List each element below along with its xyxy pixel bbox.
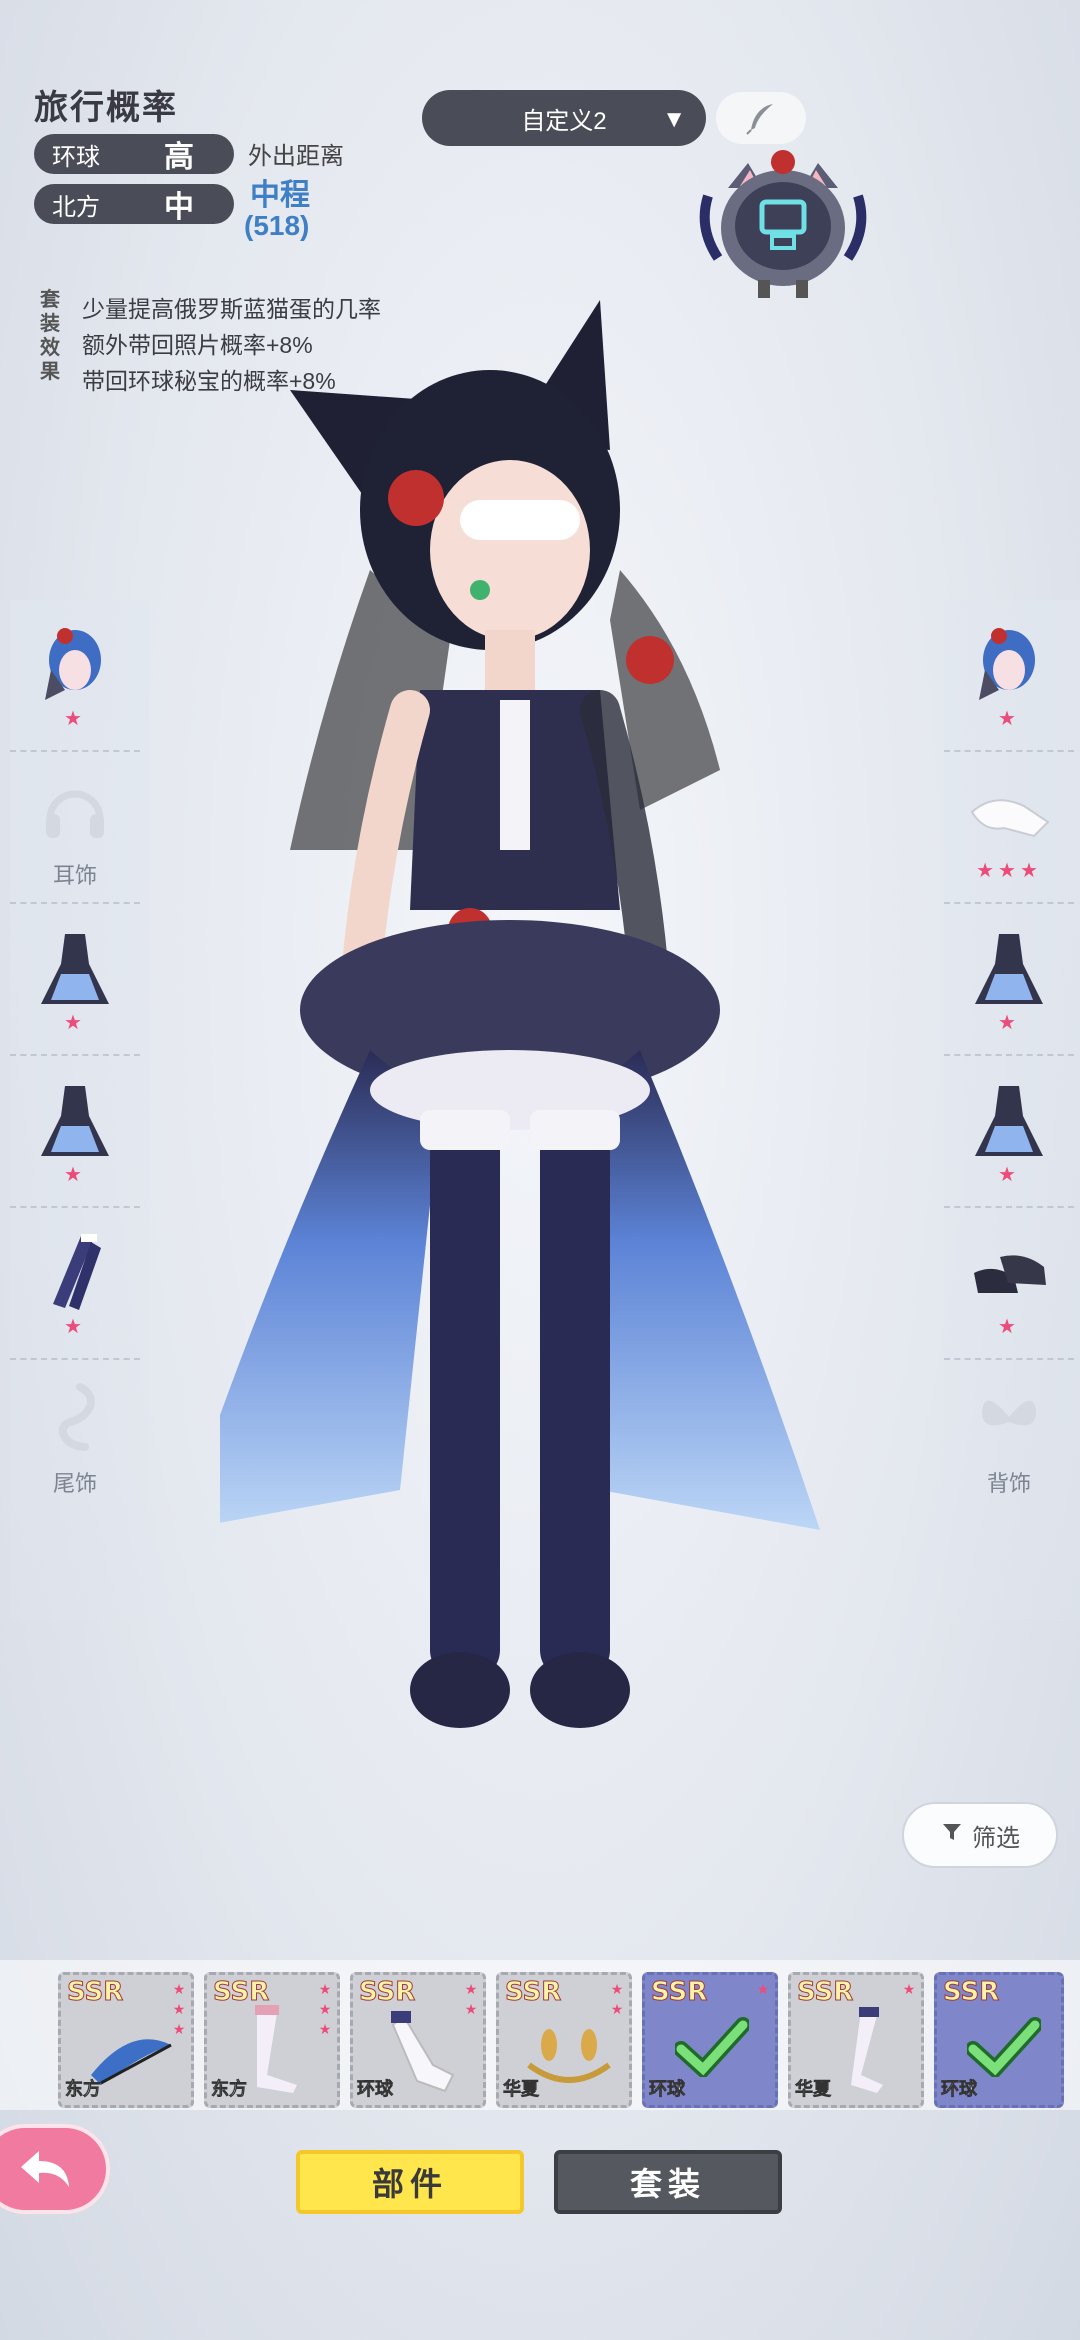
item-card[interactable]: SSR ★ ★ ★ 东方 <box>204 1972 340 2108</box>
rarity-stars: ★ <box>64 1163 86 1186</box>
right-slot-column: ★ ★★★ ★ ★ ★ 背饰 <box>944 600 1080 1620</box>
item-region: 东方 <box>211 2079 248 2100</box>
slot-dress-2[interactable]: ★ <box>10 1056 140 1208</box>
distance-number: (518) <box>244 210 310 241</box>
item-region: 环球 <box>649 2079 686 2100</box>
robot-pet-avatar[interactable] <box>688 148 878 308</box>
slot-label: 耳饰 <box>52 863 97 888</box>
item-card[interactable]: SSR ★ ★ ★ 东方 <box>58 1972 194 2108</box>
filter-icon <box>940 1820 964 1851</box>
distance-value: 中程 <box>250 179 310 212</box>
item-stars: ★ <box>756 1981 770 1997</box>
robot-cat-icon <box>699 150 867 298</box>
route-row-north: 北方 中 <box>34 184 234 224</box>
route-value: 中 <box>164 191 194 224</box>
rarity-stars: ★ <box>998 707 1020 730</box>
slot-tail[interactable]: 尾饰 <box>10 1360 140 1510</box>
item-region: 环球 <box>941 2079 978 2100</box>
stockings-icon <box>30 1228 120 1318</box>
slot-back[interactable]: 背饰 <box>944 1360 1074 1510</box>
rarity-stars: ★ <box>998 1163 1020 1186</box>
item-region: 东方 <box>65 2079 102 2100</box>
slot-gloves[interactable]: ★★★ <box>944 752 1074 904</box>
slot-shoes[interactable]: ★ <box>944 1208 1074 1360</box>
rarity-stars: ★ <box>998 1011 1020 1034</box>
rarity-badge: SSR <box>66 1977 124 2008</box>
rarity-stars: ★★★ <box>976 859 1042 882</box>
distance-label: 外出距离 <box>248 143 344 170</box>
rarity-stars: ★ <box>998 1315 1020 1338</box>
tab-sets[interactable]: 套装 <box>554 2150 782 2214</box>
filter-button[interactable]: 筛选 <box>902 1802 1058 1868</box>
dress-icon <box>30 924 120 1014</box>
item-card[interactable]: SSR ★ ★ 环球 <box>350 1972 486 2108</box>
filter-label: 筛选 <box>972 1824 1020 1852</box>
item-stars: ★ <box>902 1981 916 1997</box>
slot-dress[interactable]: ★ <box>10 904 140 1056</box>
rarity-badge: SSR <box>504 1977 562 2008</box>
slot-stockings[interactable]: ★ <box>10 1208 140 1360</box>
wings-icon <box>964 1372 1054 1462</box>
dress-icon <box>964 924 1054 1014</box>
route-key: 环球 <box>52 143 100 171</box>
route-value: 高 <box>164 141 194 174</box>
route-key: 北方 <box>52 193 100 221</box>
preset-dropdown[interactable]: 自定义2 ▼ <box>422 90 706 146</box>
slot-dress-right-2[interactable]: ★ <box>944 1056 1074 1208</box>
tab-parts[interactable]: 部件 <box>296 2150 524 2214</box>
item-card[interactable]: SSR ★ 华夏 <box>788 1972 924 2108</box>
rarity-stars: ★ <box>64 1315 86 1338</box>
chevron-down-icon: ▼ <box>662 106 686 133</box>
item-region: 环球 <box>357 2079 394 2100</box>
left-slot-column: ★ 耳饰 ★ ★ ★ 尾饰 <box>10 600 150 1620</box>
page-title: 旅行概率 <box>34 89 178 127</box>
character-illustration <box>180 300 820 1728</box>
rarity-badge: SSR <box>942 1977 1000 2008</box>
slot-dress-right[interactable]: ★ <box>944 904 1074 1056</box>
hair-icon <box>964 620 1054 710</box>
hair-icon <box>30 620 120 710</box>
slot-earring[interactable]: 耳饰 <box>10 752 140 904</box>
item-card-equipped[interactable]: SSR ★ 环球 <box>642 1972 778 2108</box>
item-region: 华夏 <box>795 2079 832 2100</box>
slot-hair[interactable]: ★ <box>10 600 140 752</box>
edit-preset-button[interactable] <box>716 92 806 144</box>
item-card[interactable]: SSR ★ ★ 华夏 <box>496 1972 632 2108</box>
dress-icon <box>964 1076 1054 1166</box>
character-model[interactable] <box>180 290 880 1850</box>
slot-label: 背饰 <box>986 1471 1031 1496</box>
tail-icon <box>30 1372 120 1462</box>
rarity-badge: SSR <box>212 1977 270 2008</box>
check-icon <box>967 2017 1041 2077</box>
rarity-badge: SSR <box>796 1977 854 2008</box>
slot-hair-accessory[interactable]: ★ <box>944 600 1074 752</box>
check-icon <box>675 2017 749 2077</box>
dress-icon <box>30 1076 120 1166</box>
back-arrow-icon <box>21 2151 69 2187</box>
rarity-badge: SSR <box>650 1977 708 2008</box>
headphones-icon <box>30 764 120 854</box>
item-region: 华夏 <box>503 2079 540 2100</box>
feather-icon <box>746 104 773 135</box>
shoes-icon <box>964 1228 1054 1318</box>
item-card-equipped[interactable]: SSR 环球 <box>934 1972 1064 2108</box>
rarity-stars: ★ <box>64 707 86 730</box>
gloves-icon <box>964 772 1054 862</box>
preset-selected: 自定义2 <box>521 107 607 135</box>
rarity-badge: SSR <box>358 1977 416 2008</box>
rarity-stars: ★ <box>64 1011 86 1034</box>
set-effect-tag: 套装效果 <box>40 289 60 383</box>
slot-label: 尾饰 <box>52 1471 97 1496</box>
route-row-global: 环球 高 <box>34 134 234 174</box>
back-button[interactable] <box>0 2124 110 2214</box>
